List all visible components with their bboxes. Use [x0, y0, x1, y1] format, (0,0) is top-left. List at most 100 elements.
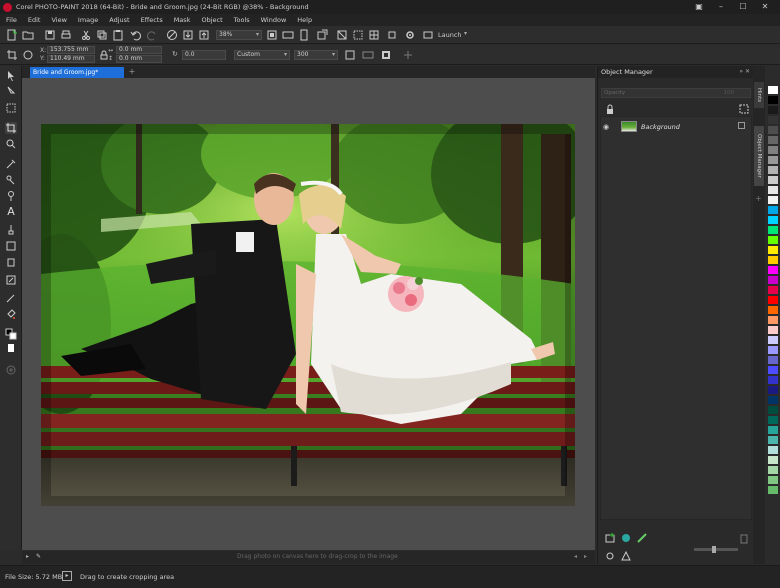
palette-swatch[interactable]	[768, 276, 778, 284]
scroll-right-icon[interactable]: ▸	[584, 553, 587, 560]
palette-swatch[interactable]	[768, 236, 778, 244]
palette-swatch[interactable]	[768, 476, 778, 484]
maximize-button[interactable]: ☐	[732, 1, 754, 13]
menu-view[interactable]: View	[51, 16, 66, 24]
document-tab[interactable]: Bride and Groom.jpg*	[30, 67, 124, 78]
menu-help[interactable]: Help	[297, 16, 312, 24]
palette-swatch[interactable]	[768, 116, 778, 124]
export-icon[interactable]	[198, 29, 210, 41]
eyedropper-tool-icon[interactable]	[5, 158, 17, 170]
grid-icon[interactable]	[368, 29, 380, 41]
snap-icon[interactable]	[386, 29, 398, 41]
angle-field[interactable]: 0.0	[182, 50, 226, 60]
menu-window[interactable]: Window	[261, 16, 287, 24]
palette-swatch[interactable]	[768, 156, 778, 164]
palette-swatch[interactable]	[768, 126, 778, 134]
close-button[interactable]: ✕	[754, 1, 776, 13]
navigator-pen-icon[interactable]: ✎	[36, 553, 41, 560]
menu-adjust[interactable]: Adjust	[109, 16, 129, 24]
import-icon[interactable]	[182, 29, 194, 41]
zoom-height-icon[interactable]	[298, 29, 310, 41]
palette-swatch[interactable]	[768, 196, 778, 204]
cut-icon[interactable]	[80, 29, 92, 41]
new-document-icon[interactable]	[6, 29, 18, 41]
palette-swatch[interactable]	[768, 176, 778, 184]
zoom-tool-icon[interactable]	[5, 138, 17, 150]
wedding-photo[interactable]	[41, 124, 575, 506]
crop-options-icon[interactable]	[344, 49, 356, 61]
palette-swatch[interactable]	[768, 356, 778, 364]
palette-swatch[interactable]	[768, 226, 778, 234]
paper-color-icon[interactable]	[5, 342, 17, 354]
palette-swatch[interactable]	[768, 346, 778, 354]
reset-icon[interactable]	[22, 49, 34, 61]
options-gear-icon[interactable]	[404, 29, 416, 41]
add-tool-icon[interactable]	[5, 364, 17, 376]
palette-swatch[interactable]	[768, 96, 778, 104]
open-icon[interactable]	[22, 29, 34, 41]
color-swatches-icon[interactable]	[5, 328, 17, 340]
user-icon[interactable]: ▣	[688, 1, 710, 13]
redo-icon[interactable]	[146, 29, 158, 41]
canvas-area[interactable]	[22, 78, 595, 550]
palette-swatch[interactable]	[768, 396, 778, 404]
text-tool-icon[interactable]: A	[5, 206, 17, 218]
palette-swatch[interactable]	[768, 136, 778, 144]
delete-object-icon[interactable]	[738, 532, 750, 544]
docker-tab-hints[interactable]: Hints	[754, 82, 764, 108]
resolution-dropdown[interactable]: 300	[294, 50, 338, 60]
layer-row-background[interactable]: ◉ Background	[601, 119, 751, 134]
crop-to-selection-icon[interactable]	[362, 49, 374, 61]
layer-mode-icon[interactable]	[738, 103, 750, 115]
panel-collapse-icon[interactable]: » ✕	[739, 66, 750, 78]
palette-swatch[interactable]	[768, 366, 778, 374]
show-mask-marquee-icon[interactable]	[352, 29, 364, 41]
scroll-left-icon[interactable]: ◂	[574, 553, 577, 560]
width-field[interactable]: 0.0 mm	[116, 46, 162, 54]
effect-tool-icon[interactable]	[5, 274, 17, 286]
menu-tools[interactable]: Tools	[234, 16, 250, 24]
menu-edit[interactable]: Edit	[28, 16, 41, 24]
crop-tool-icon[interactable]	[5, 122, 17, 134]
object-properties-icon[interactable]	[604, 550, 616, 562]
launch-chevron-icon[interactable]: ▾	[464, 30, 467, 37]
palette-swatch[interactable]	[768, 326, 778, 334]
menu-file[interactable]: File	[6, 16, 17, 24]
paste-icon[interactable]	[112, 29, 124, 41]
copy-icon[interactable]	[96, 29, 108, 41]
menu-mask[interactable]: Mask	[174, 16, 191, 24]
palette-swatch[interactable]	[768, 146, 778, 154]
zoom-level-dropdown[interactable]: 38%	[216, 30, 262, 40]
save-icon[interactable]	[44, 29, 56, 41]
menu-image[interactable]: Image	[78, 16, 98, 24]
y-position-field[interactable]: 110.49 mm	[47, 55, 95, 63]
height-field[interactable]: 0.0 mm	[116, 55, 162, 63]
lock-icon[interactable]	[604, 103, 616, 115]
minimize-button[interactable]: –	[710, 1, 732, 13]
visibility-eye-icon[interactable]: ◉	[603, 123, 613, 131]
docker-tab-object-manager[interactable]: Object Manager	[754, 126, 764, 186]
palette-swatch[interactable]	[768, 306, 778, 314]
palette-swatch[interactable]	[768, 336, 778, 344]
palette-swatch[interactable]	[768, 296, 778, 304]
undo-icon[interactable]	[130, 29, 142, 41]
menu-object[interactable]: Object	[201, 16, 222, 24]
rectangle-mask-icon[interactable]	[5, 102, 17, 114]
print-icon[interactable]	[60, 29, 72, 41]
palette-swatch[interactable]	[768, 286, 778, 294]
pick-tool-icon[interactable]	[5, 70, 17, 82]
smart-blend-tool-icon[interactable]	[5, 190, 17, 202]
rectangle-tool-icon[interactable]	[5, 240, 17, 252]
palette-swatch[interactable]	[768, 416, 778, 424]
layer-lock-icon[interactable]	[738, 122, 745, 129]
red-eye-tool-icon[interactable]	[5, 174, 17, 186]
launch-app-icon[interactable]	[422, 29, 434, 41]
mask-overlay-icon[interactable]	[316, 29, 328, 41]
fill-tool-icon[interactable]	[5, 308, 17, 320]
slider-handle[interactable]	[712, 546, 716, 553]
zoom-fit-icon[interactable]	[266, 29, 278, 41]
create-mask-icon[interactable]	[636, 532, 648, 544]
new-layer-from-icon[interactable]	[620, 532, 632, 544]
clone-tool-icon[interactable]	[5, 292, 17, 304]
launch-dropdown[interactable]: Launch	[438, 31, 462, 39]
